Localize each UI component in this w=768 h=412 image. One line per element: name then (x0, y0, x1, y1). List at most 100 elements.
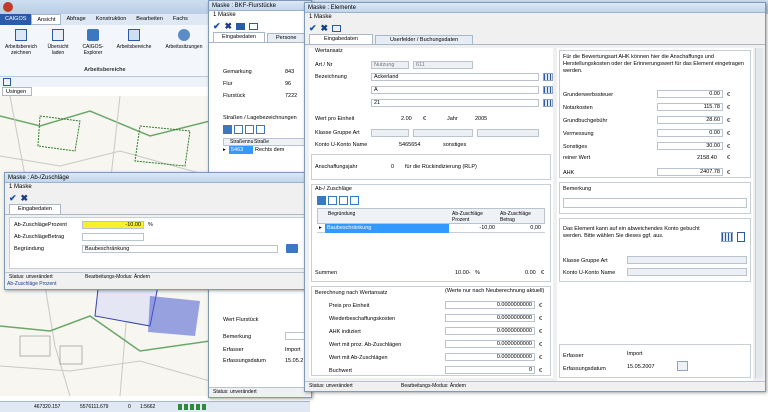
wert-label: Wert pro Einheit (315, 116, 355, 122)
bezeichnung-line-2[interactable]: A (371, 86, 539, 94)
sonstiges-value[interactable]: 30.00 (657, 142, 723, 150)
notar-value[interactable]: 115.78 (657, 103, 723, 111)
konto-lookup-icon[interactable] (721, 232, 733, 242)
nr-field[interactable]: 611 (413, 61, 473, 69)
ribbon-tab-caigos[interactable]: CAIGOS (0, 14, 32, 25)
tab-personen[interactable]: Persone (266, 33, 306, 42)
bezeichnung-line-3[interactable]: 21 (371, 99, 539, 107)
abzu-menu-maske[interactable]: 1 Maske (5, 183, 309, 192)
summen-betrag-unit: € (541, 270, 545, 276)
wert-proz-unit: € (539, 342, 543, 348)
ribbon-btn-arbeitssitzungen[interactable]: Arbeitssitzungen (160, 29, 208, 63)
begruendung-folder-icon[interactable] (286, 244, 298, 253)
begruendung-input[interactable]: Baubeschränkung (82, 245, 278, 253)
ribbon-tab-konstruktion[interactable]: Konstruktion (91, 14, 132, 25)
konto-uname-field[interactable] (627, 268, 747, 276)
elemente-status: Status: unverändert Bearbeitungs-Modus: … (305, 381, 765, 391)
cancel-x-icon[interactable]: ✖ (225, 21, 233, 31)
status-tool-icons[interactable] (178, 404, 206, 410)
anschaffung-value: 0 (391, 164, 395, 170)
elemente-scrollbar[interactable] (755, 48, 763, 378)
abzu-toolbar (317, 196, 359, 205)
vermessung-label: Vermessung (563, 131, 594, 137)
grid-add-icon[interactable] (223, 125, 232, 134)
print-icon[interactable] (332, 24, 342, 32)
tab-userfelder[interactable]: Userfelder / Buchungsdaten (374, 35, 474, 44)
elemente-toolbar: ✔ ✖ (305, 22, 765, 34)
grunderwerb-value[interactable]: 0.00 (657, 90, 723, 98)
row-strassennr: 5463 (229, 146, 253, 154)
map-tab[interactable]: Usingen (2, 87, 32, 96)
col-strasse[interactable]: Straße (254, 139, 269, 145)
ribbon-btn-arbeitsbereiche[interactable]: Arbeitsbereiche (112, 29, 156, 63)
ribbon-tab-bearbeiten[interactable]: Bearbeiten (131, 14, 168, 25)
sessions-icon (178, 29, 190, 41)
konto-name: sonstiges (443, 142, 467, 148)
cancel-x-icon[interactable]: ✖ (21, 193, 29, 203)
bezeichnung-lookup-icon-1[interactable] (543, 73, 553, 81)
elemente-left-panel: Wertansatz Art / Nr Nutzung 611 Bezeichn… (309, 48, 553, 378)
save-check-icon[interactable]: ✔ (213, 21, 221, 31)
grid-edit-icon[interactable] (328, 196, 337, 205)
print-icon[interactable] (249, 22, 259, 30)
cancel-x-icon[interactable]: ✖ (321, 23, 329, 33)
prozent-input[interactable]: -10.00 (82, 221, 144, 229)
vermessung-value[interactable]: 0.00 (657, 129, 723, 137)
klasse-field[interactable] (371, 129, 409, 137)
ribbon-btn-uebersicht-laden[interactable]: Übersicht laden (44, 29, 72, 63)
elemente-menu-maske[interactable]: 1 Maske (305, 13, 765, 22)
col-begruendung[interactable]: Begründung (328, 211, 355, 217)
tab-eingabedaten[interactable]: Eingabedaten (309, 34, 373, 44)
preis-unit: € (539, 303, 543, 309)
abzu-grid-row[interactable]: ▸ Baubeschränkung -10,00 0,00 (317, 224, 545, 233)
sonstiges-label: Sonstiges (563, 144, 588, 150)
ribbon-tab-fachs[interactable]: Fachs (168, 14, 193, 25)
konto-clear-icon[interactable] (737, 232, 745, 242)
konto-label: Konto U-Konto Name (315, 142, 368, 148)
art-klasse-field[interactable] (477, 129, 539, 137)
grundbuch-value[interactable]: 28.60 (657, 116, 723, 124)
row-betrag: 0,00 (530, 225, 541, 231)
ribbon-group-label: Arbeitsbereiche (84, 67, 126, 73)
col-strassennr[interactable]: Straßennu (224, 139, 254, 145)
strassen-toolbar (223, 125, 265, 134)
klasse-gruppe-field[interactable] (627, 256, 747, 264)
bezeichnung-line-1[interactable]: Ackerland (371, 73, 539, 81)
berechnung-note: (Werte nur nach Neuberechnung aktuell) (445, 288, 545, 294)
col-betrag[interactable]: Ab-Zuschläge Betrag (500, 211, 544, 223)
abzu-grid-header: Begründung Ab-Zuschläge Prozent Ab-Zusch… (317, 208, 545, 224)
betrag-input[interactable] (82, 233, 144, 241)
save-check-icon[interactable]: ✔ (9, 193, 17, 203)
ribbon-tab-ansicht[interactable]: Ansicht (31, 14, 62, 25)
grid-edit-icon[interactable] (234, 125, 243, 134)
map-tool-icon[interactable] (3, 78, 11, 86)
tab-eingabedaten[interactable]: Eingabedaten (9, 204, 61, 214)
bemerkung-label: Bemerkung (563, 186, 592, 192)
strassen-grid-row[interactable]: ▸ 5463 Rechts dem (223, 146, 309, 154)
grid-copy-icon[interactable] (245, 125, 254, 134)
grid-delete-icon[interactable] (256, 125, 265, 134)
ribbon-tab-abfrage[interactable]: Abfrage (61, 14, 90, 25)
anschaffung-label: Anschaffungsjahr (315, 164, 358, 170)
bezeichnung-lookup-icon-2[interactable] (543, 86, 553, 94)
app-logo-icon[interactable] (3, 2, 13, 12)
grid-copy-icon[interactable] (339, 196, 348, 205)
col-prozent[interactable]: Ab-Zuschläge Prozent (452, 211, 496, 223)
bemerkung-field[interactable] (563, 198, 747, 208)
art-field[interactable]: Nutzung (371, 61, 409, 69)
bkf-menu-maske[interactable]: 1 Maske (209, 11, 311, 20)
gruppe-field[interactable] (413, 129, 473, 137)
ribbon-btn-arbeitsbereich-zeichnen[interactable]: Arbeitsbereich zeichnen (4, 29, 38, 63)
wert-proz-label: Wert mit proz. Ab-Zuschlägen (329, 342, 402, 348)
grid-add-icon[interactable] (317, 196, 326, 205)
tab-eingabedaten[interactable]: Eingabedaten (213, 32, 265, 42)
save-check-icon[interactable]: ✔ (309, 23, 317, 33)
ribbon-btn-caigos-explorer[interactable]: CAIGOS- Explorer (78, 29, 108, 63)
grid-delete-icon[interactable] (350, 196, 359, 205)
calendar-icon[interactable] (677, 361, 688, 371)
bkf-status: Status: unverändert (209, 387, 311, 397)
erfassungsdatum-label: Erfassungsdatum (223, 358, 266, 364)
folder-icon[interactable] (236, 22, 246, 30)
elemente-tabs: Eingabedaten Userfelder / Buchungsdaten (305, 34, 765, 45)
bezeichnung-lookup-icon-3[interactable] (543, 99, 553, 107)
